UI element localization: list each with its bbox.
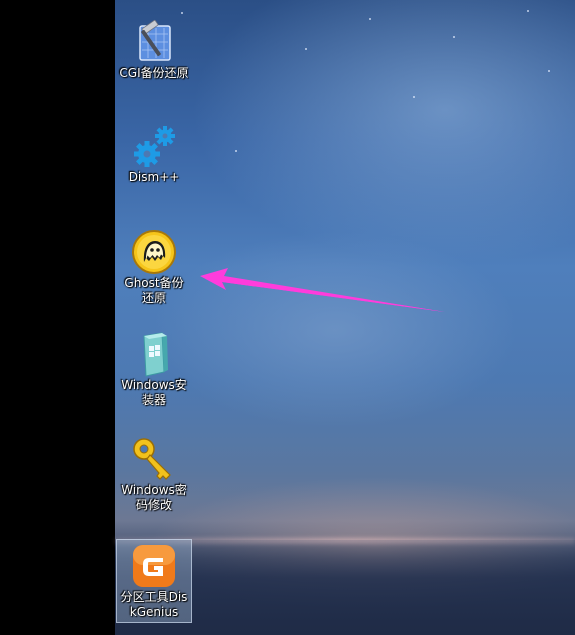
desktop-screen: CGI备份还原 Dism++ Ghost备份还原 Windows安装器 Wind…	[0, 0, 575, 635]
pointer-arrow-annotation	[200, 268, 445, 312]
